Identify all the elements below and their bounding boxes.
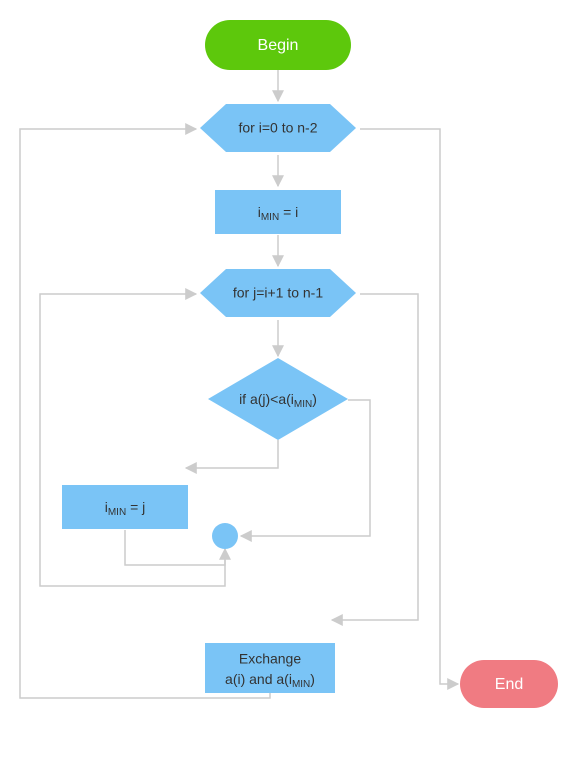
end-label: End [495, 676, 523, 693]
for-i-label: for i=0 to n-2 [239, 120, 318, 136]
decision-node: if a(j)<a(iMIN) [208, 358, 348, 440]
exchange-label-1: Exchange [239, 651, 301, 667]
imin-j-node: iMIN = j [62, 485, 188, 529]
begin-node: Begin [205, 20, 351, 70]
exchange-node: Exchange a(i) and a(iMIN) [205, 643, 335, 693]
for-j-label: for j=i+1 to n-1 [233, 285, 323, 301]
begin-label: Begin [258, 37, 299, 54]
end-node: End [460, 660, 558, 708]
imin-i-node: iMIN = i [215, 190, 341, 234]
connector-circle [212, 523, 238, 549]
for-i-node: for i=0 to n-2 [200, 104, 356, 152]
for-j-node: for j=i+1 to n-1 [200, 269, 356, 317]
